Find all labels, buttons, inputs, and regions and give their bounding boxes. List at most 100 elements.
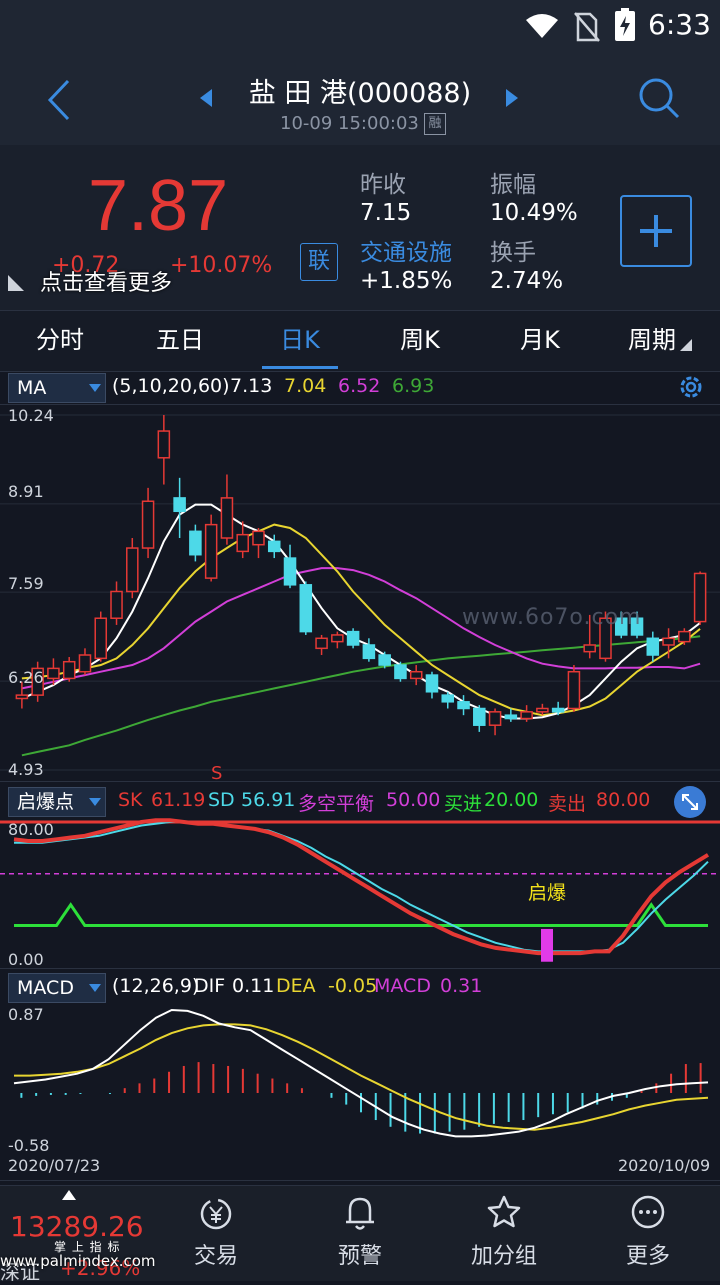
sector-link[interactable]: 交通设施 xyxy=(360,233,452,267)
period-tabs: 分时 五日 日K 周K 月K 周期 xyxy=(0,310,720,372)
sector-change: +1.85% xyxy=(360,268,453,294)
candle-body xyxy=(520,711,533,720)
nav-add-group[interactable]: 加分组 xyxy=(434,1186,574,1281)
candle-body xyxy=(267,540,281,553)
candle-body xyxy=(646,637,660,656)
candle-body xyxy=(346,630,360,646)
candle-body xyxy=(678,630,691,643)
qibao-legend: 启爆点 SK 61.19 SD 56.91 多空平衡 50.00 买进 20.0… xyxy=(8,787,708,817)
candle-body xyxy=(315,637,328,650)
nav-more-label: 更多 xyxy=(625,1244,670,1269)
tab-weekly-k[interactable]: 周K xyxy=(360,311,480,371)
amplitude-label: 振幅 xyxy=(490,172,536,198)
macd-params: (12,26,9) xyxy=(112,975,200,997)
qibao-y-bottom: 0.00 xyxy=(8,950,44,969)
more-dots-icon xyxy=(631,1195,665,1229)
balance-value: 50.00 xyxy=(386,789,441,811)
candle-body xyxy=(47,667,60,680)
linked-button[interactable]: 联 xyxy=(300,243,338,281)
prev-stock-icon[interactable] xyxy=(198,87,214,109)
qibao-chart[interactable] xyxy=(0,818,720,968)
candle-body xyxy=(473,707,486,726)
candle-body xyxy=(252,530,265,546)
candle-body xyxy=(94,617,108,660)
sell-label: 卖出 xyxy=(548,793,587,815)
next-stock-icon[interactable] xyxy=(504,87,520,109)
sd-line xyxy=(14,821,709,953)
ma-indicator-select[interactable]: MA xyxy=(8,373,106,403)
kline-chart[interactable] xyxy=(0,405,720,780)
ma10-value: 7.04 xyxy=(284,375,327,397)
ma-line-ma60 xyxy=(21,635,701,757)
chevron-down-icon xyxy=(89,798,101,806)
turnover-value: 2.74% xyxy=(490,268,564,294)
ma-select-label: MA xyxy=(17,377,47,399)
tab-intraday[interactable]: 分时 xyxy=(0,311,120,371)
tab-daily-k[interactable]: 日K xyxy=(240,311,360,371)
star-icon xyxy=(487,1195,521,1228)
stock-title: 盐 田 港(000088) xyxy=(248,78,472,109)
candle-body xyxy=(662,637,675,646)
index-ticker[interactable]: 13289.26 掌 上 指 标 深证 +2.96% www.palmindex… xyxy=(0,1186,156,1284)
settings-gear-icon[interactable] xyxy=(676,372,706,402)
macd-y-top: 0.87 xyxy=(8,1005,44,1024)
expand-arrows-icon xyxy=(682,794,698,810)
candle-body xyxy=(551,707,565,713)
macd-chart[interactable] xyxy=(0,1003,720,1158)
back-icon[interactable] xyxy=(44,77,74,123)
date-start: 2020/07/23 xyxy=(8,1156,101,1175)
qibao-signal-bar xyxy=(541,928,553,962)
candle-body xyxy=(110,590,123,619)
candle-body xyxy=(504,714,518,720)
nav-trade-label: 交易 xyxy=(193,1244,238,1269)
candle-body xyxy=(425,674,439,693)
candle-body xyxy=(693,572,707,623)
fullscreen-button[interactable] xyxy=(674,786,706,818)
candle-body xyxy=(536,707,549,713)
qibao-indicator-select[interactable]: 启爆点 xyxy=(8,787,106,817)
nav-trade[interactable]: 交易 xyxy=(146,1186,286,1281)
bottom-nav: 13289.26 掌 上 指 标 深证 +2.96% www.palmindex… xyxy=(0,1185,720,1284)
dea-value: -0.05 xyxy=(328,975,378,997)
qibao-select-label: 启爆点 xyxy=(17,791,75,813)
ma-legend: MA (5,10,20,60) 7.13 7.04 6.52 6.93 xyxy=(8,373,698,403)
caret-up-icon xyxy=(62,1190,76,1200)
qibao-bottom-divider xyxy=(0,968,720,969)
ma-bottom-divider xyxy=(0,781,720,782)
candle-body xyxy=(15,694,29,700)
tab-monthly-k[interactable]: 月K xyxy=(480,311,600,371)
macd-value: 0.31 xyxy=(440,975,483,997)
search-icon[interactable] xyxy=(636,75,682,121)
candle-body xyxy=(378,654,391,666)
candle-body xyxy=(567,670,581,710)
ma-params: (5,10,20,60) xyxy=(112,375,230,397)
tab-five-day[interactable]: 五日 xyxy=(120,311,240,371)
qibao-signal-label: 启爆 xyxy=(528,882,567,904)
y-tick-label: 10.24 xyxy=(8,406,54,425)
candle-body xyxy=(457,701,470,710)
quote-time: 10-09 15:00:03 xyxy=(280,113,419,134)
candle-body xyxy=(299,584,313,633)
battery-icon xyxy=(615,8,635,41)
sk-label: SK xyxy=(118,789,143,811)
buy-value: 20.00 xyxy=(484,789,539,811)
nav-alert[interactable]: 预警 xyxy=(290,1186,430,1281)
candle-body xyxy=(141,500,155,549)
macd-label: MACD xyxy=(374,975,431,997)
macd-y-bottom: -0.58 xyxy=(8,1136,50,1155)
more-info-link[interactable]: 点击查看更多 xyxy=(40,265,172,297)
quote-panel: 7.87 +0.72 +10.07% 点击查看更多 联 昨收 7.15 交通设施… xyxy=(0,145,720,310)
candle-body xyxy=(583,644,596,653)
date-end: 2020/10/09 xyxy=(618,1156,711,1175)
nav-more[interactable]: 更多 xyxy=(578,1186,718,1281)
dif-value: 0.11 xyxy=(232,975,275,997)
qibao-y-top: 80.00 xyxy=(8,820,54,839)
header: 盐 田 港(000088) 10-09 15:00:03 融 xyxy=(0,55,720,145)
candle-body xyxy=(283,557,297,586)
ma5-value: 7.13 xyxy=(230,375,273,397)
bell-icon xyxy=(346,1197,374,1230)
add-watchlist-button[interactable] xyxy=(620,195,692,267)
macd-indicator-select[interactable]: MACD xyxy=(8,973,106,1003)
last-price: 7.87 xyxy=(88,166,229,246)
expand-corner-icon xyxy=(8,275,24,291)
